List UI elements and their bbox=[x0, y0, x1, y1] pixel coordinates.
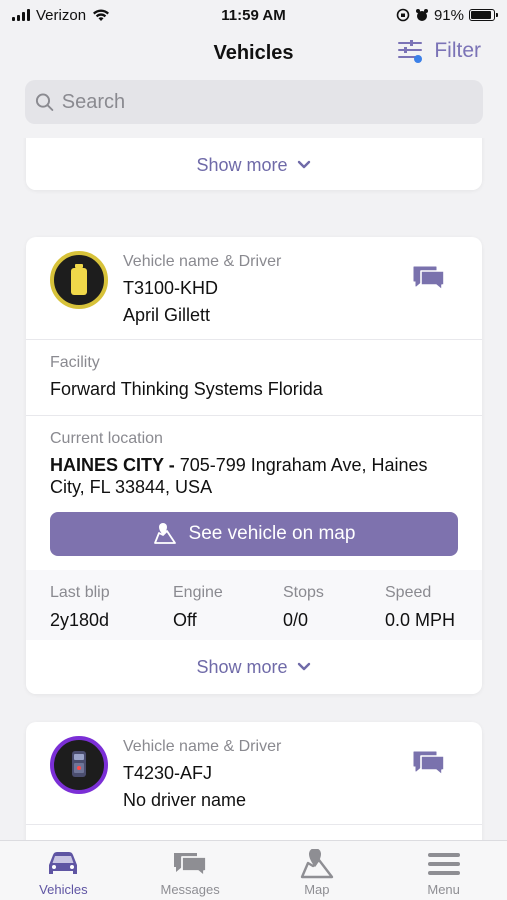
orientation-lock-icon bbox=[396, 8, 410, 22]
stat-speed: Speed 0.0 MPH bbox=[385, 584, 455, 640]
vehicle-stats: Last blip 2y180d Engine Off Stops 0/0 Sp… bbox=[26, 570, 482, 640]
car-icon bbox=[49, 852, 78, 874]
map-button-label: See vehicle on map bbox=[188, 523, 356, 544]
stat-value: 0/0 bbox=[283, 610, 309, 630]
battery-percent: 91% bbox=[433, 6, 464, 24]
search-input[interactable] bbox=[61, 90, 473, 114]
tab-label: Menu bbox=[427, 882, 460, 897]
location-separator: - bbox=[163, 455, 180, 475]
stat-stops: Stops 0/0 bbox=[283, 584, 385, 640]
vehicle-header[interactable]: Vehicle name & Driver T3100-KHD April Gi… bbox=[26, 237, 482, 339]
chat-bubbles-icon bbox=[413, 266, 445, 291]
status-bar: Verizon 11:59 AM 91% bbox=[0, 0, 507, 30]
tab-map[interactable]: Map bbox=[254, 841, 381, 900]
location-section: Current location HAINES CITY - 705-799 I… bbox=[26, 415, 482, 556]
chat-bubbles-icon bbox=[413, 751, 445, 776]
tab-label: Messages bbox=[160, 882, 220, 897]
chevron-down-icon bbox=[297, 662, 310, 671]
search-bar[interactable] bbox=[25, 80, 483, 124]
facility-section: Facility Forward Thinking Systems Florid… bbox=[26, 339, 482, 415]
status-left: Verizon bbox=[12, 7, 110, 24]
card-next-section bbox=[26, 824, 482, 839]
stat-label: Engine bbox=[173, 584, 223, 601]
tab-messages[interactable]: Messages bbox=[127, 841, 254, 900]
location-label: Current location bbox=[50, 430, 163, 447]
tab-label: Vehicles bbox=[39, 882, 88, 897]
filter-icon bbox=[398, 40, 423, 63]
tab-menu[interactable]: Menu bbox=[380, 841, 507, 900]
tab-bar: Vehicles Messages Map Menu bbox=[0, 840, 507, 900]
show-more-button[interactable]: Show more bbox=[26, 640, 482, 694]
nav-header: Vehicles Filter bbox=[0, 30, 507, 76]
vehicle-info: Vehicle name & Driver T3100-KHD April Gi… bbox=[123, 253, 281, 326]
vehicle-list[interactable]: Show more Vehicle name & Driver T3100-KH… bbox=[0, 138, 507, 840]
stat-value: 0.0 MPH bbox=[385, 610, 456, 630]
vehicle-header[interactable]: Vehicle name & Driver T4230-AFJ No drive… bbox=[26, 722, 482, 824]
driver-name: No driver name bbox=[123, 790, 247, 810]
map-pin-icon bbox=[153, 523, 176, 544]
message-button[interactable] bbox=[412, 748, 446, 783]
stat-value: Off bbox=[173, 610, 197, 630]
carrier-label: Verizon bbox=[36, 6, 87, 24]
location-value: HAINES CITY - 705-799 Ingraham Ave, Hain… bbox=[50, 454, 458, 498]
tab-vehicles[interactable]: Vehicles bbox=[0, 841, 127, 900]
search-icon bbox=[35, 93, 54, 111]
vehicle-card: Vehicle name & Driver T4230-AFJ No drive… bbox=[26, 722, 482, 840]
alarm-icon bbox=[415, 9, 428, 21]
map-icon bbox=[300, 849, 334, 879]
facility-label: Facility bbox=[50, 354, 100, 371]
vehicle-card: Vehicle name & Driver T3100-KHD April Gi… bbox=[26, 237, 482, 694]
battery-vehicle-icon bbox=[71, 264, 87, 295]
stat-label: Speed bbox=[385, 584, 432, 601]
vehicle-name: T3100-KHD bbox=[123, 278, 219, 298]
stat-engine: Engine Off bbox=[173, 584, 283, 640]
show-more-label: Show more bbox=[196, 656, 288, 677]
filter-button[interactable]: Filter bbox=[396, 38, 481, 64]
stat-last-blip: Last blip 2y180d bbox=[50, 584, 173, 640]
menu-icon bbox=[427, 853, 460, 875]
vehicle-avatar bbox=[50, 251, 108, 309]
chevron-down-icon bbox=[297, 160, 310, 169]
signal-icon bbox=[12, 9, 30, 21]
vehicle-driver-label: Vehicle name & Driver bbox=[123, 253, 282, 270]
facility-value: Forward Thinking Systems Florida bbox=[50, 379, 323, 399]
status-right: 91% bbox=[396, 6, 498, 24]
driver-name: April Gillett bbox=[123, 305, 211, 325]
see-on-map-button[interactable]: See vehicle on map bbox=[50, 512, 458, 556]
filter-label: Filter bbox=[434, 39, 481, 62]
truck-icon bbox=[72, 751, 86, 777]
vehicle-card: Show more bbox=[26, 138, 482, 190]
stat-label: Last blip bbox=[50, 584, 110, 601]
vehicle-info: Vehicle name & Driver T4230-AFJ No drive… bbox=[123, 738, 281, 811]
page-title: Vehicles bbox=[213, 41, 294, 64]
show-more-button[interactable]: Show more bbox=[26, 142, 482, 190]
battery-icon bbox=[469, 9, 498, 21]
location-city: HAINES CITY bbox=[50, 455, 164, 475]
message-button[interactable] bbox=[412, 263, 446, 298]
vehicle-avatar bbox=[50, 736, 108, 794]
vehicle-driver-label: Vehicle name & Driver bbox=[123, 738, 282, 755]
tab-label: Map bbox=[304, 882, 330, 897]
stat-label: Stops bbox=[283, 584, 324, 601]
messages-icon bbox=[174, 853, 208, 877]
vehicle-name: T4230-AFJ bbox=[123, 763, 213, 783]
show-more-label: Show more bbox=[196, 154, 288, 175]
wifi-icon bbox=[93, 9, 110, 21]
stat-value: 2y180d bbox=[50, 610, 110, 630]
